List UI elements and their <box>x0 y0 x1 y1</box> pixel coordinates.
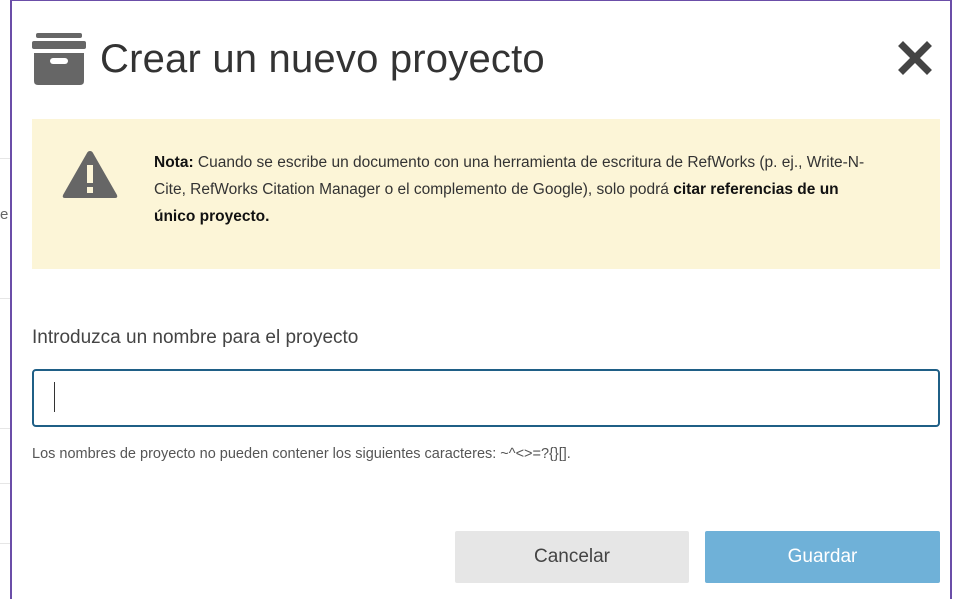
dialog-title: Crear un nuevo proyecto <box>100 36 545 81</box>
dialog-header: Crear un nuevo proyecto <box>30 29 545 89</box>
note-label: Nota: <box>154 154 194 171</box>
project-name-label: Introduzca un nombre para el proyecto <box>32 327 359 348</box>
page: e Crear un nuevo proyecto Nota: Cuando s… <box>0 0 955 599</box>
create-project-dialog: Crear un nuevo proyecto Nota: Cuando se … <box>10 0 952 599</box>
name-restrictions-help: Los nombres de proyecto no pueden conten… <box>32 446 571 462</box>
cancel-button[interactable]: Cancelar <box>455 531 689 583</box>
save-button[interactable]: Guardar <box>705 531 940 583</box>
project-name-input[interactable] <box>32 369 940 427</box>
close-x-icon[interactable] <box>898 41 932 75</box>
note-alert: Nota: Cuando se escribe un documento con… <box>32 119 940 269</box>
archive-box-icon <box>32 33 86 85</box>
text-caret <box>54 382 55 412</box>
note-text: Nota: Cuando se escribe un documento con… <box>154 149 874 230</box>
background-text-fragment: e <box>0 206 9 223</box>
warning-triangle-icon <box>62 151 118 198</box>
